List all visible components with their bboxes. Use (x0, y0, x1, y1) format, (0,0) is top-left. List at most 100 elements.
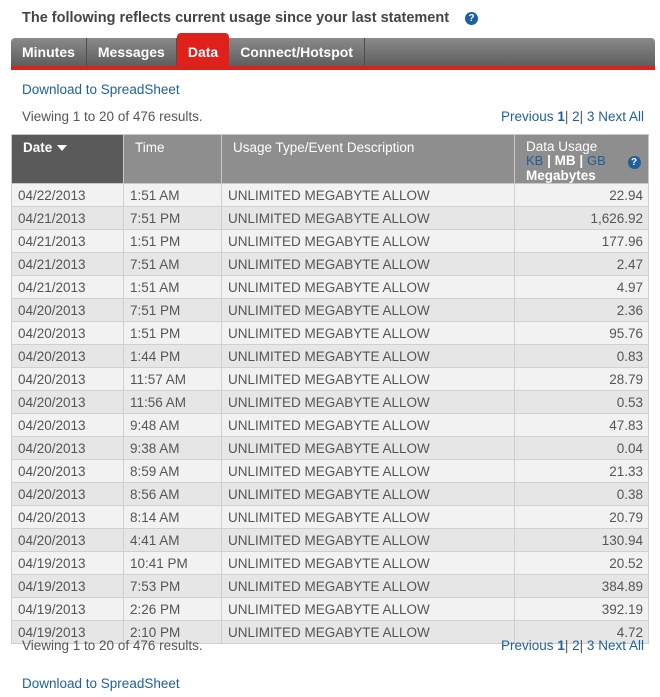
cell-date: 04/20/2013 (11, 482, 124, 506)
results-count-bottom: Viewing 1 to 20 of 476 results. (22, 638, 203, 653)
cell-usage-type: UNLIMITED MEGABYTE ALLOW (221, 597, 515, 621)
pager-page-2[interactable]: 2 (572, 109, 580, 124)
column-header-time[interactable]: Time (123, 134, 222, 184)
data-usage-title: Data Usage (526, 139, 598, 154)
column-header-date-label: Date (23, 140, 53, 155)
table-row: 04/19/2013 10:41 PM UNLIMITED MEGABYTE ALL… (11, 551, 649, 575)
cell-date: 04/20/2013 (11, 413, 124, 437)
cell-time: 1:51 PM (123, 229, 222, 253)
column-header-usage-type[interactable]: Usage Type/Event Description (221, 134, 515, 184)
unit-help-icon[interactable]: ? (627, 156, 641, 169)
cell-usage-type: UNLIMITED MEGABYTE ALLOW (221, 528, 515, 552)
pager-next[interactable]: Next (598, 638, 626, 653)
cell-data-usage: 22.94 (514, 183, 649, 207)
table-row: 04/21/2013 1:51 PM UNLIMITED MEGABYTE ALLO… (11, 229, 649, 253)
pager-page-current: 1 (557, 638, 565, 653)
cell-usage-type: UNLIMITED MEGABYTE ALLOW (221, 413, 515, 437)
table-row: 04/21/2013 7:51 PM UNLIMITED MEGABYTE ALLO… (11, 206, 649, 230)
pager-page-2[interactable]: 2 (572, 638, 580, 653)
pager-separator: | (579, 109, 584, 124)
tab-data[interactable]: Data (176, 33, 230, 66)
cell-date: 04/21/2013 (11, 206, 124, 230)
unit-selector: KB | MB | GB ? (526, 154, 642, 169)
cell-time: 8:14 AM (123, 505, 222, 529)
cell-data-usage: 0.83 (514, 344, 649, 368)
pager-previous[interactable]: Previous (501, 638, 554, 653)
table-row: 04/20/2013 9:38 AM UNLIMITED MEGABYTE ALLO… (11, 436, 649, 460)
pagination-bottom: Previous 1| 2| 3 Next All (501, 638, 644, 653)
cell-usage-type: UNLIMITED MEGABYTE ALLOW (221, 390, 515, 414)
sort-down-icon (57, 145, 68, 152)
tab-minutes[interactable]: Minutes (11, 38, 87, 66)
cell-date: 04/19/2013 (11, 597, 124, 621)
cell-usage-type: UNLIMITED MEGABYTE ALLOW (221, 229, 515, 253)
cell-time: 2:26 PM (123, 597, 222, 621)
cell-date: 04/20/2013 (11, 528, 124, 552)
download-spreadsheet-link-bottom[interactable]: Download to SpreadSheet (22, 676, 180, 691)
tab-connect-hotspot[interactable]: Connect/Hotspot (229, 38, 365, 66)
cell-data-usage: 95.76 (514, 321, 649, 345)
cell-usage-type: UNLIMITED MEGABYTE ALLOW (221, 344, 515, 368)
cell-usage-type: UNLIMITED MEGABYTE ALLOW (221, 551, 515, 575)
cell-usage-type: UNLIMITED MEGABYTE ALLOW (221, 367, 515, 391)
cell-data-usage: 384.89 (514, 574, 649, 598)
download-spreadsheet-link-top[interactable]: Download to SpreadSheet (22, 82, 180, 97)
table-row: 04/19/2013 2:26 PM UNLIMITED MEGABYTE ALLO… (11, 597, 649, 621)
cell-usage-type: UNLIMITED MEGABYTE ALLOW (221, 252, 515, 276)
cell-data-usage: 20.52 (514, 551, 649, 575)
cell-usage-type: UNLIMITED MEGABYTE ALLOW (221, 321, 515, 345)
cell-data-usage: 2.47 (514, 252, 649, 276)
cell-date: 04/20/2013 (11, 367, 124, 391)
table-row: 04/21/2013 1:51 AM UNLIMITED MEGABYTE ALLO… (11, 275, 649, 299)
cell-date: 04/22/2013 (11, 183, 124, 207)
pager-next[interactable]: Next (598, 109, 626, 124)
cell-usage-type: UNLIMITED MEGABYTE ALLOW (221, 275, 515, 299)
cell-data-usage: 177.96 (514, 229, 649, 253)
unit-separator: | (579, 153, 584, 168)
column-header-data-usage: Data Usage KB | MB | GB ? Megabytes (514, 134, 649, 184)
data-usage-table: Date Time Usage Type/Event Description D… (11, 134, 649, 644)
cell-data-usage: 28.79 (514, 367, 649, 391)
pager-previous[interactable]: Previous (501, 109, 554, 124)
cell-date: 04/21/2013 (11, 229, 124, 253)
column-header-date[interactable]: Date (11, 134, 124, 184)
table-row: 04/20/2013 7:51 PM UNLIMITED MEGABYTE ALLO… (11, 298, 649, 322)
cell-date: 04/20/2013 (11, 459, 124, 483)
column-header-usage-type-label: Usage Type/Event Description (233, 140, 415, 155)
table-row: 04/20/2013 8:59 AM UNLIMITED MEGABYTE ALLO… (11, 459, 649, 483)
cell-time: 4:41 AM (123, 528, 222, 552)
cell-date: 04/20/2013 (11, 321, 124, 345)
column-header-time-label: Time (135, 140, 165, 155)
results-count-top: Viewing 1 to 20 of 476 results. (22, 109, 203, 124)
cell-data-usage: 21.33 (514, 459, 649, 483)
table-row: 04/20/2013 1:51 PM UNLIMITED MEGABYTE ALLO… (11, 321, 649, 345)
cell-usage-type: UNLIMITED MEGABYTE ALLOW (221, 574, 515, 598)
unit-gb-link[interactable]: GB (587, 153, 606, 168)
cell-time: 7:51 PM (123, 298, 222, 322)
cell-time: 11:57 AM (123, 367, 222, 391)
unit-kb-link[interactable]: KB (526, 153, 543, 168)
pager-page-current: 1 (557, 109, 565, 124)
unit-label: Megabytes (526, 168, 596, 183)
cell-data-usage: 0.53 (514, 390, 649, 414)
usage-header: The following reflects current usage sin… (22, 10, 479, 26)
tab-messages[interactable]: Messages (87, 38, 177, 66)
pager-page-3[interactable]: 3 (587, 109, 595, 124)
unit-separator: | (547, 153, 551, 168)
table-row: 04/20/2013 11:57 AM UNLIMITED MEGABYTE ALL… (11, 367, 649, 391)
table-row: 04/20/2013 8:14 AM UNLIMITED MEGABYTE ALLO… (11, 505, 649, 529)
cell-usage-type: UNLIMITED MEGABYTE ALLOW (221, 482, 515, 506)
cell-data-usage: 130.94 (514, 528, 649, 552)
help-icon[interactable]: ? (465, 11, 479, 25)
cell-date: 04/19/2013 (11, 574, 124, 598)
pager-page-3[interactable]: 3 (587, 638, 595, 653)
table-row: 04/22/2013 1:51 AM UNLIMITED MEGABYTE ALLO… (11, 183, 649, 207)
cell-usage-type: UNLIMITED MEGABYTE ALLOW (221, 620, 515, 644)
cell-usage-type: UNLIMITED MEGABYTE ALLOW (221, 505, 515, 529)
cell-time: 11:56 AM (123, 390, 222, 414)
cell-data-usage: 4.97 (514, 275, 649, 299)
cell-time: 7:51 AM (123, 252, 222, 276)
pager-all[interactable]: All (629, 109, 644, 124)
cell-data-usage: 0.38 (514, 482, 649, 506)
pager-all[interactable]: All (629, 638, 644, 653)
